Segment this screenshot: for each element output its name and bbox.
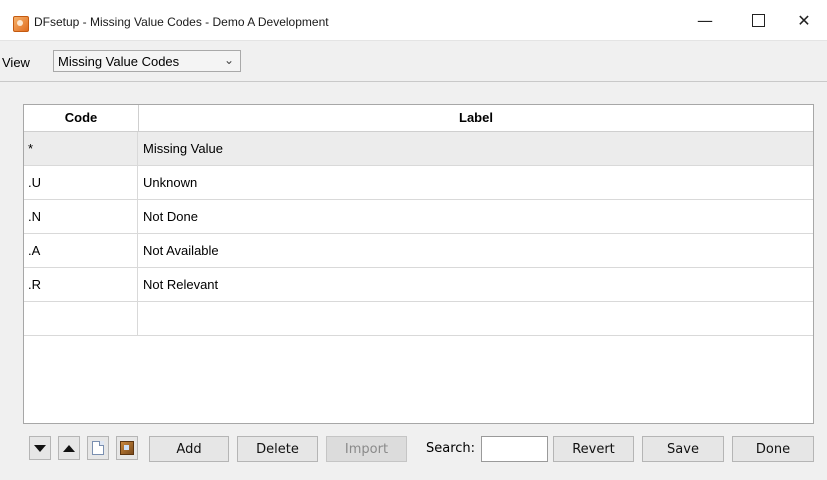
cell-code[interactable] [24, 302, 138, 335]
divider [0, 81, 827, 82]
table-row[interactable]: .R Not Relevant [24, 268, 813, 302]
view-bar: View Missing Value Codes ⌄ [0, 46, 827, 78]
app-icon [13, 16, 29, 32]
move-down-icon [34, 444, 46, 452]
cell-label[interactable]: Missing Value [139, 132, 223, 165]
table-header: Code Label [24, 105, 813, 132]
window-title: DFsetup - Missing Value Codes - Demo A D… [34, 15, 329, 29]
done-button[interactable]: Done [732, 436, 814, 462]
cell-code[interactable]: .U [24, 166, 138, 199]
search-label: Search: [426, 441, 476, 456]
cell-code[interactable]: .R [24, 268, 138, 301]
maximize-icon [751, 13, 765, 27]
title-bar: DFsetup - Missing Value Codes - Demo A D… [0, 0, 827, 41]
column-header-label[interactable]: Label [139, 105, 813, 131]
bottom-toolbar: Add Delete Import Search: Revert Save Do… [0, 436, 827, 464]
cell-label[interactable]: Not Relevant [139, 268, 218, 301]
cell-label[interactable]: Unknown [139, 166, 197, 199]
table-row[interactable]: * Missing Value [24, 132, 813, 166]
import-button[interactable]: Import [326, 436, 407, 462]
table-row[interactable]: .U Unknown [24, 166, 813, 200]
new-document-icon [92, 441, 104, 455]
save-button[interactable]: Save [642, 436, 724, 462]
cell-label[interactable]: Not Done [139, 200, 198, 233]
import-file-button[interactable] [116, 436, 138, 460]
chevron-down-icon: ⌄ [223, 53, 234, 67]
new-row-button[interactable] [87, 436, 109, 460]
cell-code[interactable]: .A [24, 234, 138, 267]
move-down-button[interactable] [29, 436, 51, 460]
cell-label[interactable] [139, 302, 143, 335]
table-row[interactable]: .A Not Available [24, 234, 813, 268]
close-button[interactable]: ✕ [781, 0, 827, 40]
close-icon: ✕ [797, 10, 811, 30]
codes-table: Code Label * Missing Value .U Unknown .N… [23, 104, 814, 424]
move-up-button[interactable] [58, 436, 80, 460]
move-up-icon [63, 444, 75, 452]
view-label: View [2, 55, 30, 70]
revert-button[interactable]: Revert [553, 436, 634, 462]
minimize-icon: — [697, 10, 713, 30]
table-row[interactable] [24, 302, 813, 336]
column-header-code[interactable]: Code [24, 105, 139, 131]
maximize-button[interactable] [735, 0, 781, 40]
import-file-icon [120, 441, 134, 455]
cell-code[interactable]: * [24, 132, 138, 165]
search-input[interactable] [481, 436, 548, 462]
cell-label[interactable]: Not Available [139, 234, 219, 267]
cell-code[interactable]: .N [24, 200, 138, 233]
view-select[interactable]: Missing Value Codes ⌄ [53, 50, 241, 72]
view-selected-value: Missing Value Codes [58, 54, 180, 69]
add-button[interactable]: Add [149, 436, 229, 462]
minimize-button[interactable]: — [682, 0, 728, 40]
table-row[interactable]: .N Not Done [24, 200, 813, 234]
delete-button[interactable]: Delete [237, 436, 318, 462]
